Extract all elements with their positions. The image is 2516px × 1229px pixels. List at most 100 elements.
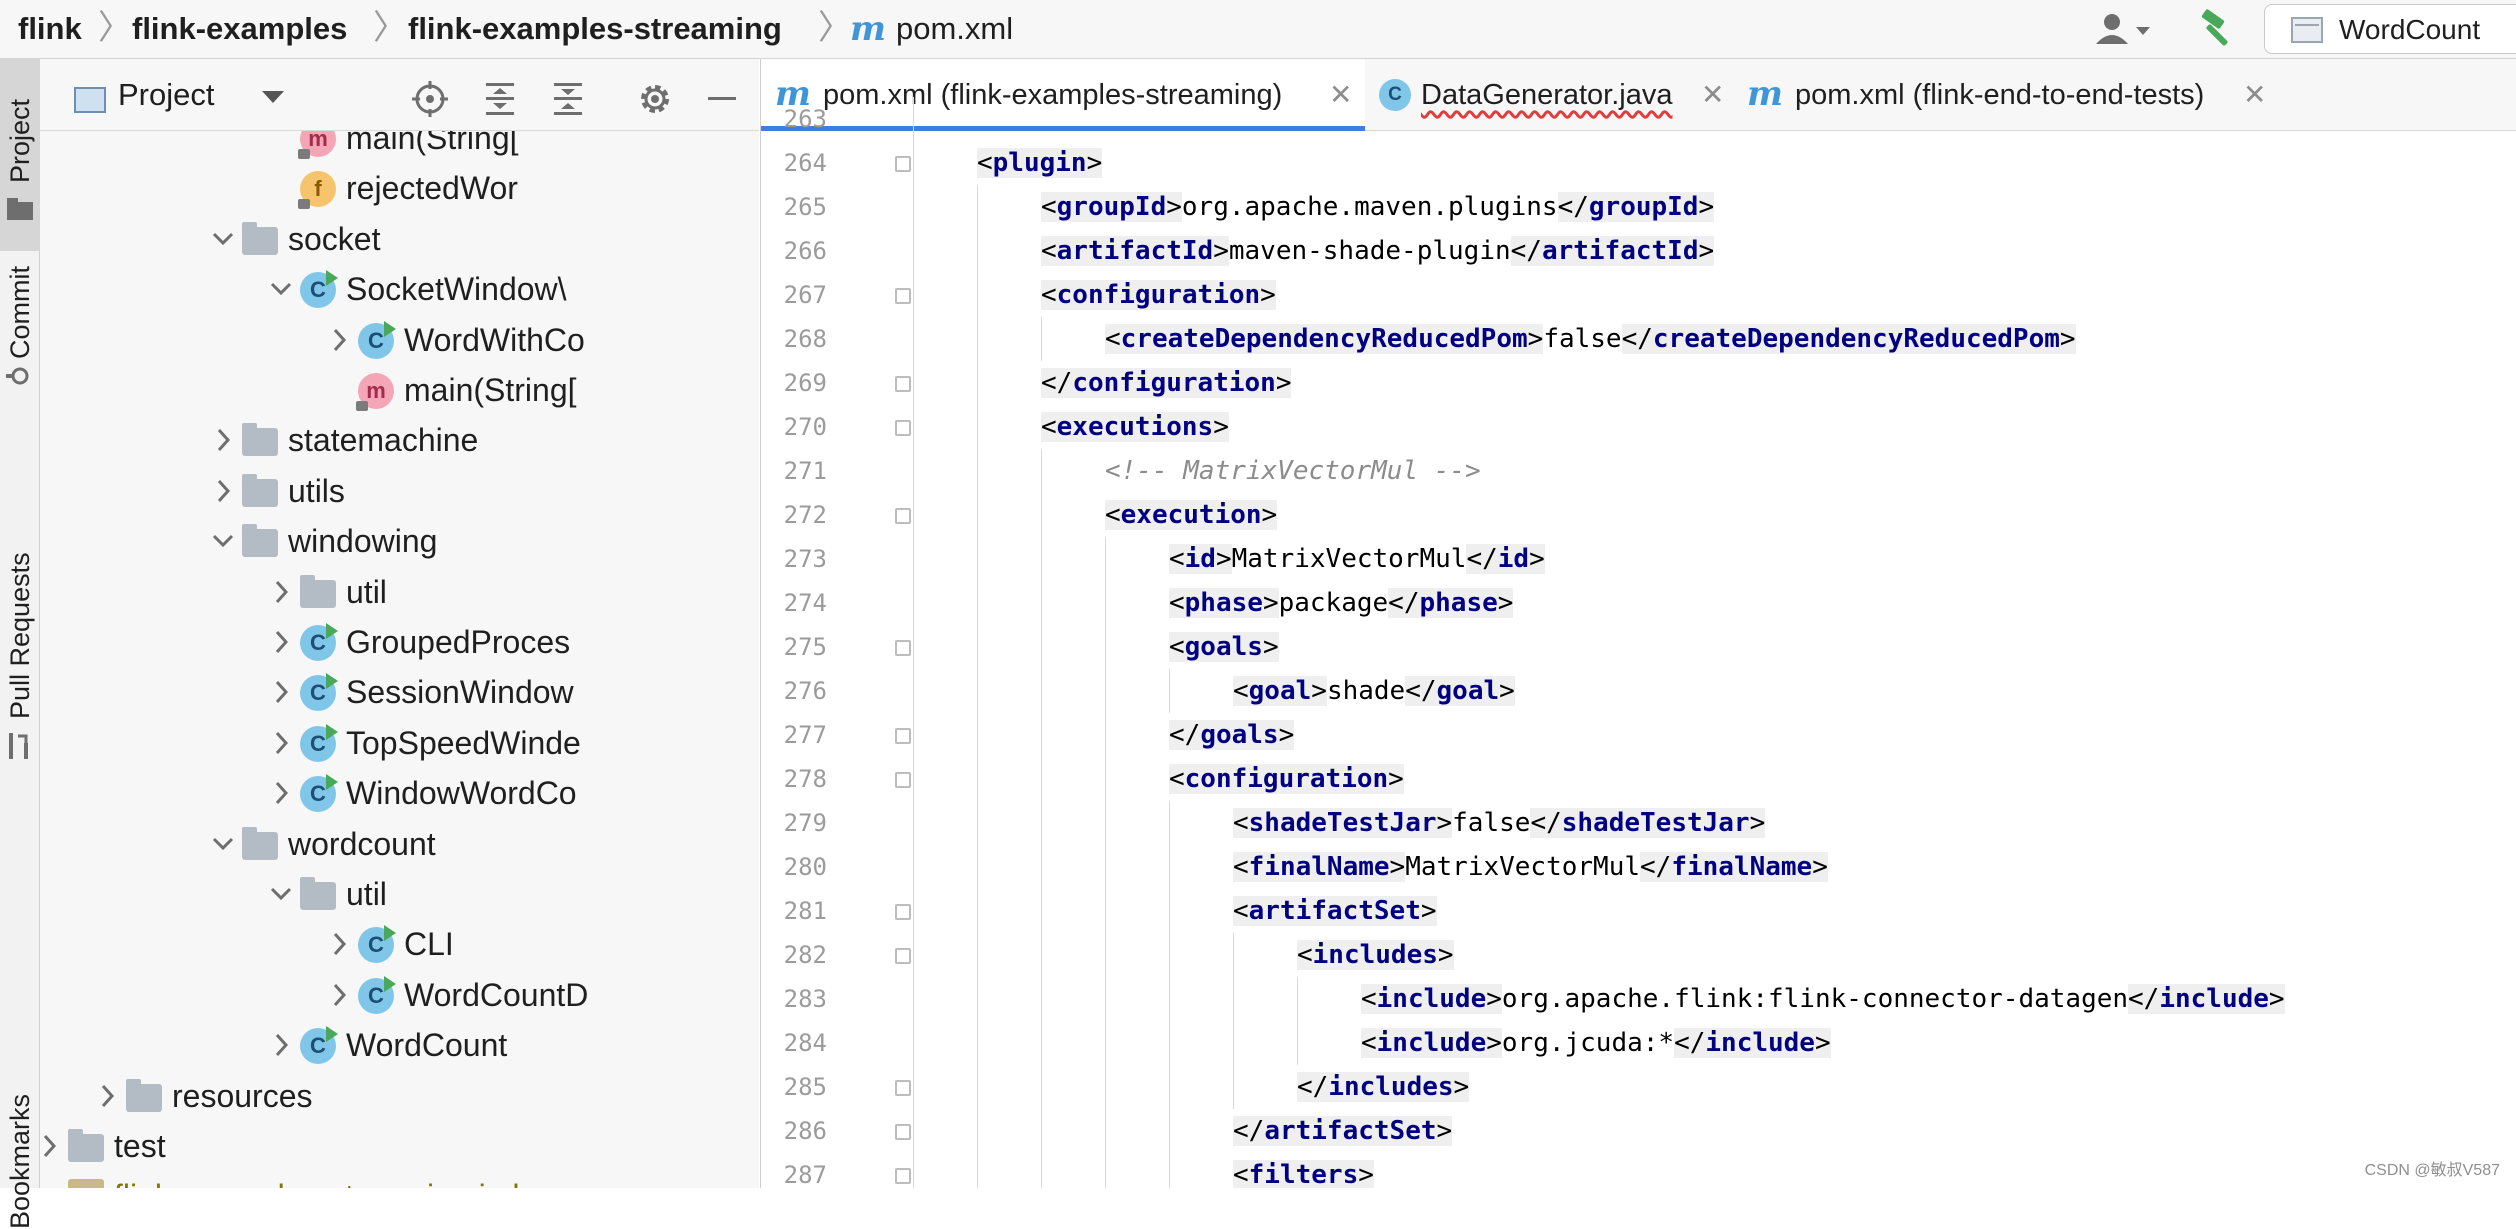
tree-node-label: windowing xyxy=(288,523,438,560)
tree-node[interactable]: f rejectedWor xyxy=(40,163,759,213)
fold-marker-icon[interactable] xyxy=(895,948,911,964)
collapse-all-icon[interactable] xyxy=(548,79,588,119)
project-tool-window-tab[interactable]: Project xyxy=(0,59,40,251)
run-configuration-selector[interactable]: WordCount xyxy=(2264,4,2516,54)
chevron-right-icon[interactable] xyxy=(266,667,296,717)
tree-node[interactable]: C WordCount xyxy=(40,1020,759,1070)
tree-node[interactable]: wordcount xyxy=(40,819,759,869)
breadcrumb-flink-examples-streaming[interactable]: flink-examples-streaming xyxy=(408,0,782,59)
chevron-down-icon[interactable] xyxy=(208,819,238,869)
hide-panel-icon[interactable] xyxy=(702,79,742,119)
navigation-bar: flink 〉 flink-examples 〉 flink-examples-… xyxy=(0,0,2516,59)
chevron-right-icon[interactable] xyxy=(40,1121,64,1171)
gear-icon[interactable] xyxy=(635,79,675,119)
tree-node[interactable]: socket xyxy=(40,214,759,264)
breadcrumb-file[interactable]: pom.xml xyxy=(896,0,1013,59)
expand-all-icon[interactable] xyxy=(480,79,520,119)
package-folder-icon xyxy=(242,524,278,558)
chevron-right-icon[interactable] xyxy=(266,768,296,818)
fold-marker-icon[interactable] xyxy=(895,508,911,524)
indent-guide xyxy=(1041,1021,1042,1065)
indent-guide xyxy=(1041,845,1042,889)
tree-node[interactable]: C WordCountD xyxy=(40,970,759,1020)
project-view-selector[interactable]: Project xyxy=(118,59,214,131)
chevron-right-icon[interactable] xyxy=(266,567,296,617)
tree-node[interactable]: C GroupedProces xyxy=(40,617,759,667)
tree-node[interactable]: resources xyxy=(40,1071,759,1121)
tree-node[interactable]: test xyxy=(40,1121,759,1171)
fold-marker-icon[interactable] xyxy=(895,420,911,436)
chevron-down-icon[interactable] xyxy=(262,91,284,103)
fold-marker-icon[interactable] xyxy=(895,156,911,172)
chevron-down-icon[interactable] xyxy=(208,214,238,264)
tree-node[interactable]: C WindowWordCo xyxy=(40,768,759,818)
indent-guide xyxy=(1041,581,1042,625)
indent-guide xyxy=(913,273,914,317)
fold-marker-icon[interactable] xyxy=(895,640,911,656)
indent-guide xyxy=(977,449,978,493)
hammer-icon[interactable] xyxy=(2196,8,2240,52)
breadcrumb-flink[interactable]: flink xyxy=(18,0,82,59)
chevron-right-icon[interactable] xyxy=(208,415,238,465)
user-dropdown-icon[interactable] xyxy=(2090,10,2154,50)
locate-file-icon[interactable] xyxy=(410,79,450,119)
tree-node[interactable]: C SessionWindow xyxy=(40,667,759,717)
indent-guide xyxy=(913,1109,914,1153)
breadcrumb-flink-examples[interactable]: flink-examples xyxy=(132,0,347,59)
project-tool-window: Project m main(String[f rejectedWor socket C… xyxy=(40,59,759,1188)
indent-guide xyxy=(913,625,914,669)
tree-node[interactable]: C TopSpeedWinde xyxy=(40,718,759,768)
maven-file-icon: m xyxy=(850,9,886,49)
chevron-down-icon[interactable] xyxy=(266,264,296,314)
tree-node[interactable]: m main(String[ xyxy=(40,365,759,415)
fold-marker-icon[interactable] xyxy=(895,904,911,920)
fold-marker-icon[interactable] xyxy=(895,1124,911,1140)
tree-node[interactable]: flink-examples-streaming.iml xyxy=(40,1171,759,1188)
chevron-right-icon[interactable] xyxy=(208,466,238,516)
java-class-icon: C xyxy=(300,774,338,813)
tree-node[interactable]: statemachine xyxy=(40,415,759,465)
indent-guide xyxy=(1105,845,1106,889)
line-number: 280 xyxy=(783,853,827,881)
chevron-right-icon[interactable] xyxy=(266,1020,296,1070)
tree-node[interactable]: C CLI xyxy=(40,919,759,969)
java-class-icon: C xyxy=(300,1026,338,1065)
chevron-down-icon[interactable] xyxy=(208,516,238,566)
tree-node[interactable]: m main(String[ xyxy=(40,131,759,163)
code-line: 276 <goal>shade</goal> xyxy=(761,669,2516,713)
fold-marker-icon[interactable] xyxy=(895,772,911,788)
chevron-right-icon[interactable] xyxy=(266,718,296,768)
chevron-right-icon[interactable] xyxy=(266,617,296,667)
project-panel-header: Project xyxy=(40,59,759,131)
chevron-right-icon[interactable] xyxy=(92,1071,122,1121)
tree-node[interactable]: utils xyxy=(40,466,759,516)
bookmarks-tool-window-tab[interactable]: Bookmarks xyxy=(0,1059,40,1229)
fold-marker-icon[interactable] xyxy=(895,1168,911,1184)
tree-node[interactable]: util xyxy=(40,869,759,919)
tree-node[interactable]: windowing xyxy=(40,516,759,566)
indent-guide xyxy=(1041,757,1042,801)
code-text: <include>org.apache.flink:flink-connecto… xyxy=(1361,984,2285,1014)
tree-node-label: WordWithCo xyxy=(404,321,585,358)
tree-node-label: WordCount xyxy=(346,1027,508,1064)
commit-tool-window-tab[interactable]: Commit xyxy=(0,266,40,389)
fold-marker-icon[interactable] xyxy=(895,376,911,392)
code-editor[interactable]: 263 264 <plugin> 265 <groupId>org.apache.mav… xyxy=(761,97,2516,1188)
indent-guide xyxy=(1169,933,1170,977)
tree-node[interactable]: C WordWithCo xyxy=(40,315,759,365)
commit-tab-label: Commit xyxy=(5,266,35,359)
tree-node[interactable]: C SocketWindow\ xyxy=(40,264,759,314)
chevron-right-icon[interactable] xyxy=(324,970,354,1020)
method-icon: m xyxy=(298,131,336,159)
chevron-right-icon[interactable] xyxy=(324,919,354,969)
package-folder-icon xyxy=(242,826,278,860)
chevron-right-icon[interactable] xyxy=(324,315,354,365)
chevron-down-icon[interactable] xyxy=(266,869,296,919)
indent-guide xyxy=(977,801,978,845)
pull-requests-tool-window-tab[interactable]: Pull Requests xyxy=(0,469,40,769)
fold-marker-icon[interactable] xyxy=(895,728,911,744)
fold-marker-icon[interactable] xyxy=(895,1080,911,1096)
fold-marker-icon[interactable] xyxy=(895,288,911,304)
tree-node[interactable]: util xyxy=(40,567,759,617)
indent-guide xyxy=(977,845,978,889)
